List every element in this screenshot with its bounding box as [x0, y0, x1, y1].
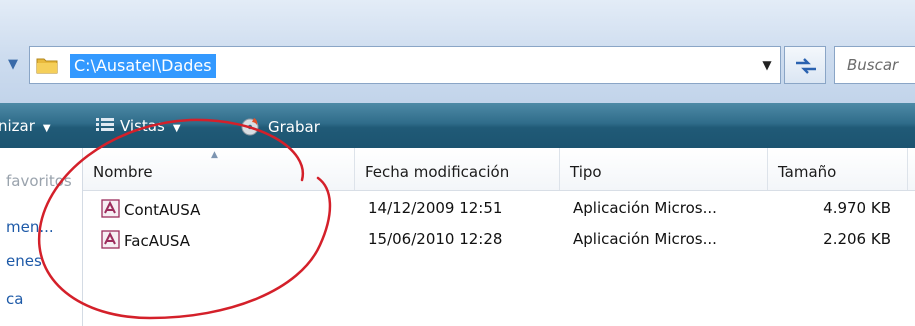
- command-toolbar: nizar ▼ Vistas ▼ Grabar: [0, 103, 915, 148]
- column-header-name-label: Nombre: [93, 163, 153, 181]
- chevron-down-icon: ▼: [42, 123, 51, 134]
- views-button[interactable]: Vistas ▼: [96, 116, 181, 136]
- burn-disc-icon: [241, 118, 259, 136]
- column-header-row: ▲ Nombre Fecha modificación Tipo Tamaño: [83, 148, 915, 191]
- sort-ascending-icon: ▲: [211, 150, 218, 160]
- file-type: Aplicación Micros...: [573, 199, 717, 217]
- burn-label: Grabar: [268, 118, 320, 136]
- history-dropdown-icon[interactable]: ▼: [4, 56, 22, 74]
- file-date: 15/06/2010 12:28: [368, 230, 503, 248]
- views-label: Vistas: [120, 117, 165, 135]
- nav-item-music[interactable]: ca: [6, 290, 23, 308]
- column-header-type[interactable]: Tipo: [560, 148, 768, 190]
- organize-label: nizar: [0, 117, 35, 135]
- views-icon: [96, 118, 114, 131]
- column-header-size[interactable]: Tamaño: [768, 148, 908, 190]
- file-name: ContAUSA: [124, 201, 201, 219]
- chevron-down-icon: ▼: [172, 123, 181, 134]
- folder-icon: [36, 58, 58, 74]
- file-name-cell[interactable]: ContAUSA: [101, 199, 200, 219]
- nav-favorites-header: favoritos: [6, 172, 72, 190]
- access-file-icon: [101, 230, 120, 249]
- address-path[interactable]: C:\Ausatel\Dades: [70, 54, 216, 78]
- nav-item-pictures[interactable]: enes: [6, 252, 42, 270]
- column-header-type-label: Tipo: [570, 163, 602, 181]
- address-field[interactable]: C:\Ausatel\Dades ▼: [29, 46, 781, 84]
- address-dropdown-icon[interactable]: ▼: [760, 57, 774, 73]
- column-header-name[interactable]: ▲ Nombre: [83, 148, 355, 190]
- file-list: ▲ Nombre Fecha modificación Tipo Tamaño …: [83, 148, 915, 326]
- nav-item-documents[interactable]: men...: [6, 218, 54, 236]
- organize-button[interactable]: nizar ▼: [0, 116, 51, 136]
- column-header-date[interactable]: Fecha modificación: [355, 148, 560, 190]
- column-header-date-label: Fecha modificación: [365, 163, 510, 181]
- burn-button[interactable]: Grabar: [240, 116, 320, 136]
- file-row[interactable]: ContAUSA 14/12/2009 12:51 Aplicación Mic…: [83, 197, 915, 223]
- column-header-size-label: Tamaño: [778, 163, 837, 181]
- refresh-button[interactable]: [784, 46, 826, 84]
- search-field[interactable]: Buscar: [834, 46, 915, 84]
- file-size: 4.970 KB: [823, 199, 891, 217]
- navigation-pane: favoritos men... enes ca: [0, 148, 83, 326]
- file-name: FacAUSA: [124, 232, 190, 250]
- file-row[interactable]: FacAUSA 15/06/2010 12:28 Aplicación Micr…: [83, 228, 915, 254]
- access-file-icon: [101, 199, 120, 218]
- refresh-icon: [796, 58, 816, 74]
- address-bar-area: ▼ C:\Ausatel\Dades ▼ Buscar: [0, 0, 915, 103]
- file-type: Aplicación Micros...: [573, 230, 717, 248]
- search-placeholder: Buscar: [847, 56, 899, 74]
- file-size: 2.206 KB: [823, 230, 891, 248]
- file-name-cell[interactable]: FacAUSA: [101, 230, 190, 250]
- file-date: 14/12/2009 12:51: [368, 199, 503, 217]
